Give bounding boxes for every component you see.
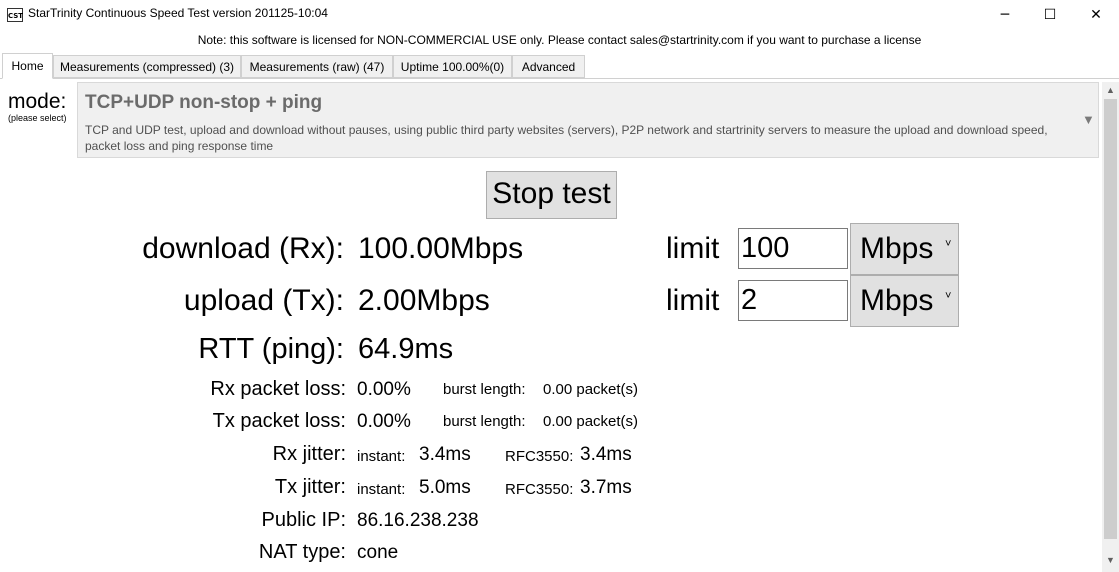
public-ip-label: Public IP: [261,509,346,531]
maximize-button[interactable]: ☐ [1027,0,1073,30]
mode-sublabel: (please select) [8,113,67,123]
scroll-thumb[interactable] [1104,99,1117,539]
tab-advanced[interactable]: Advanced [512,55,585,78]
upload-unit-value: Mbps [860,284,934,317]
app-icon: CST [7,8,23,22]
rx-packet-loss-value: 0.00% [357,379,411,400]
nat-type-value: cone [357,542,399,563]
rx-packet-loss-label: Rx packet loss: [210,378,346,400]
rx-burst-label: burst length: [443,381,526,398]
dropdown-arrow-icon[interactable]: ▼ [1082,112,1095,127]
upload-limit-input[interactable]: 2 [738,280,848,321]
minimize-button[interactable]: ─ [982,0,1028,30]
tab-home[interactable]: Home [2,53,53,79]
chevron-down-icon: ˅ [945,290,952,302]
tx-jitter-instant-label: instant: [357,481,406,498]
tx-jitter-rfc-value: 3.7ms [580,477,632,498]
tab-measurements-raw[interactable]: Measurements (raw) (47) [241,55,393,78]
public-ip-value: 86.16.238.238 [357,510,479,531]
rx-jitter-rfc-value: 3.4ms [580,444,632,465]
tx-burst-label: burst length: [443,413,526,430]
download-unit-value: Mbps [860,232,934,265]
tx-jitter-rfc-label: RFC3550: [505,481,574,498]
upload-limit-label: limit [666,284,720,317]
close-button[interactable]: ✕ [1073,0,1119,30]
rx-jitter-label: Rx jitter: [272,443,346,465]
rtt-label: RTT (ping): [198,333,344,365]
rx-burst-value: 0.00 packet(s) [543,381,639,398]
license-notice: Note: this software is licensed for NON-… [197,33,922,47]
download-limit-label: limit [666,232,720,265]
upload-unit-select[interactable]: Mbps ˅ [850,275,959,327]
window-title: StarTrinity Continuous Speed Test versio… [28,6,328,20]
stop-test-button[interactable]: Stop test [486,171,617,219]
download-label: download (Rx): [142,232,344,265]
tab-measurements-compressed[interactable]: Measurements (compressed) (3) [53,55,241,78]
rx-jitter-rfc-label: RFC3550: [505,448,574,465]
rtt-value: 64.9ms [358,333,454,365]
nat-type-label: NAT type: [258,541,346,563]
mode-selected-title: TCP+UDP non-stop + ping [85,92,323,113]
upload-value: 2.00Mbps [358,284,490,317]
tx-jitter-instant-value: 5.0ms [419,477,471,498]
download-value: 100.00Mbps [358,232,524,265]
chevron-down-icon: ˅ [945,238,952,250]
download-unit-select[interactable]: Mbps ˅ [850,223,959,275]
tx-burst-value: 0.00 packet(s) [543,413,639,430]
tx-jitter-label: Tx jitter: [274,476,346,498]
rx-jitter-instant-value: 3.4ms [419,444,471,465]
download-limit-input[interactable]: 100 [738,228,848,269]
tx-packet-loss-value: 0.00% [357,411,411,432]
scroll-up-icon[interactable]: ▲ [1102,82,1119,99]
mode-label: mode: [8,90,67,113]
upload-label: upload (Tx): [183,284,344,317]
tx-packet-loss-label: Tx packet loss: [212,410,346,432]
tab-uptime[interactable]: Uptime 100.00%(0) [393,55,512,78]
mode-selected-description: TCP and UDP test, upload and download wi… [85,123,1048,153]
rx-jitter-instant-label: instant: [357,448,406,465]
scroll-down-icon[interactable]: ▼ [1102,552,1119,569]
